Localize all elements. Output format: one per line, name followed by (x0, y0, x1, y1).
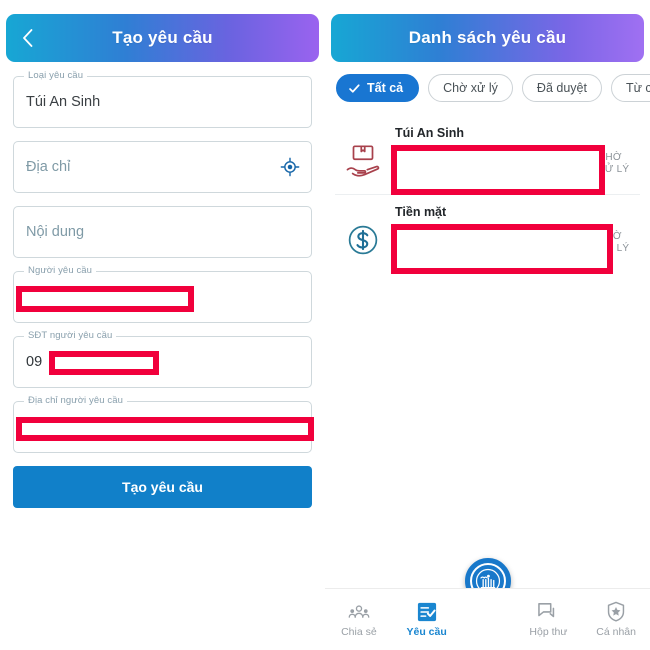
redaction-box-requester-address (16, 417, 314, 441)
request-item-title: Tiền mặt (395, 205, 447, 219)
redaction-box-request-details (391, 145, 605, 195)
field-requester-phone[interactable]: SĐT người yêu cầu 09 (13, 330, 312, 388)
package-in-hand-icon (337, 124, 389, 180)
field-request-type[interactable]: Loại yêu cầu Túi An Sinh (13, 70, 312, 128)
checklist-icon (416, 602, 438, 622)
nav-item-profile-label: Cá nhân (596, 625, 636, 638)
filter-chip-row[interactable]: Tất cả Chờ xử lý Đã duyệt Từ ch (325, 62, 650, 102)
chevron-left-icon (22, 29, 33, 47)
field-requester-phone-value: 09 (26, 354, 43, 370)
redaction-box-request-details (391, 224, 613, 274)
filter-chip-all-label: Tất cả (367, 81, 404, 95)
field-requester-phone-label: SĐT người yêu cầu (24, 330, 117, 342)
request-item-title: Túi An Sinh (395, 126, 464, 140)
nav-item-profile[interactable]: Cá nhân (582, 601, 650, 638)
dollar-circle-icon (337, 203, 389, 259)
request-list-appbar: Danh sách yêu cầu (331, 14, 644, 62)
field-content[interactable]: Nội dung (13, 206, 312, 258)
request-item-body: Tiền mặt (389, 203, 613, 274)
create-request-button[interactable]: Tạo yêu cầu (13, 466, 312, 508)
check-icon (348, 82, 361, 95)
field-address-placeholder: Địa chỉ (26, 159, 71, 175)
field-requester-name-label: Người yêu cầu (24, 265, 97, 277)
filter-chip-approved[interactable]: Đã duyệt (521, 74, 602, 102)
request-form: Loại yêu cầu Túi An Sinh Địa chỉ Nội dun… (0, 62, 325, 508)
create-request-appbar: Tạo yêu cầu (6, 14, 319, 62)
nav-item-inbox-label: Hộp thư (529, 625, 568, 638)
chat-bubbles-icon (537, 602, 559, 622)
field-requester-name[interactable]: Người yêu cầu (13, 265, 312, 323)
filter-chip-all[interactable]: Tất cả (336, 74, 420, 102)
nav-item-requests-label: Yêu cầu (406, 625, 447, 638)
request-item-body: Túi An Sinh (389, 124, 605, 195)
table-row[interactable]: Tiền mặt CHỜ XỬ LÝ (325, 195, 650, 274)
page-title: Tạo yêu cầu (112, 28, 213, 47)
request-list: Túi An Sinh CHỜ XỬ LÝ Tiền mặt XỬ LÝ (325, 102, 650, 274)
filter-chip-rejected[interactable]: Từ ch (610, 74, 650, 102)
create-request-screen: Tạo yêu cầu Loại yêu cầu Túi An Sinh Địa… (0, 0, 325, 650)
field-content-placeholder: Nội dung (26, 224, 85, 240)
bottom-navigation: Chia sẻ Yêu cầu Hộp thư Cá nhân (325, 588, 650, 650)
nav-item-share-label: Chia sẻ (341, 625, 377, 638)
field-request-type-label: Loại yêu cầu (24, 70, 88, 82)
table-row[interactable]: Túi An Sinh CHỜ XỬ LÝ (325, 116, 650, 195)
nav-item-inbox[interactable]: Hộp thư (515, 602, 583, 638)
nav-item-requests[interactable]: Yêu cầu (393, 602, 461, 638)
redaction-box-requester-phone (49, 351, 159, 375)
shield-star-icon (605, 601, 627, 622)
field-request-type-value: Túi An Sinh (26, 94, 101, 110)
field-requester-address-label: Địa chỉ người yêu cầu (24, 395, 127, 407)
list-page-title: Danh sách yêu cầu (408, 28, 567, 47)
gps-location-icon[interactable] (280, 157, 300, 177)
redaction-box-requester-name (16, 286, 194, 312)
filter-chip-pending[interactable]: Chờ xử lý (428, 74, 513, 102)
field-requester-address[interactable]: Địa chỉ người yêu cầu (13, 395, 314, 453)
screenshot-root: Tạo yêu cầu Loại yêu cầu Túi An Sinh Địa… (0, 0, 650, 650)
back-button[interactable] (16, 25, 38, 51)
request-list-screen: Danh sách yêu cầu Tất cả Chờ xử lý Đã du… (325, 0, 650, 650)
field-address[interactable]: Địa chỉ (13, 141, 312, 193)
nav-item-share[interactable]: Chia sẻ (325, 602, 393, 638)
people-group-icon (348, 602, 370, 622)
